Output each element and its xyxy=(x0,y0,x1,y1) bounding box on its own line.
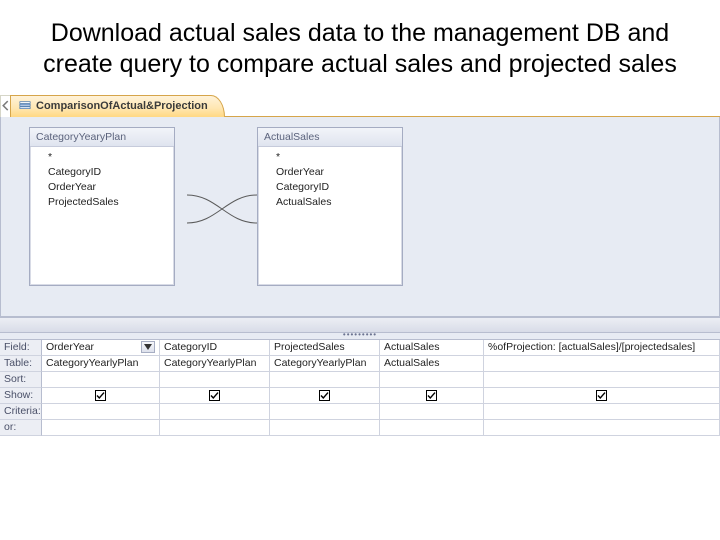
table-cell[interactable]: ActualSales xyxy=(380,356,484,372)
row-label-show: Show: xyxy=(0,388,42,404)
sort-cell[interactable] xyxy=(270,372,380,388)
pane-splitter[interactable] xyxy=(0,333,720,340)
row-label-criteria: Criteria: xyxy=(0,404,42,420)
table-cell[interactable]: CategoryYearlyPlan xyxy=(160,356,270,372)
join-line[interactable] xyxy=(187,191,257,227)
field-cell[interactable]: ProjectedSales xyxy=(270,340,380,356)
field-cell[interactable]: OrderYear xyxy=(42,340,160,356)
criteria-cell[interactable] xyxy=(160,404,270,420)
checkbox-checked-icon[interactable] xyxy=(209,390,220,401)
checkbox-checked-icon[interactable] xyxy=(596,390,607,401)
query-icon xyxy=(19,100,31,112)
sort-cell[interactable] xyxy=(160,372,270,388)
field-item[interactable]: CategoryID xyxy=(34,165,170,180)
sort-cell[interactable] xyxy=(380,372,484,388)
field-item[interactable]: OrderYear xyxy=(34,180,170,195)
checkbox-checked-icon[interactable] xyxy=(426,390,437,401)
table-cell[interactable] xyxy=(484,356,720,372)
or-cell[interactable] xyxy=(42,420,160,436)
or-cell[interactable] xyxy=(160,420,270,436)
show-cell[interactable] xyxy=(42,388,160,404)
query-tab-label: ComparisonOfActual&Projection xyxy=(36,100,208,112)
field-cell[interactable]: CategoryID xyxy=(160,340,270,356)
checkbox-checked-icon[interactable] xyxy=(95,390,106,401)
row-label-sort: Sort: xyxy=(0,372,42,388)
field-item[interactable]: CategoryID xyxy=(262,180,398,195)
table-fields-right: * OrderYear CategoryID ActualSales xyxy=(258,147,402,234)
field-item[interactable]: OrderYear xyxy=(262,165,398,180)
row-label-table: Table: xyxy=(0,356,42,372)
table-cell[interactable]: CategoryYearlyPlan xyxy=(270,356,380,372)
table-title: ActualSales xyxy=(258,128,402,147)
show-cell[interactable] xyxy=(484,388,720,404)
criteria-cell[interactable] xyxy=(380,404,484,420)
field-item[interactable]: ActualSales xyxy=(262,195,398,210)
show-cell[interactable] xyxy=(160,388,270,404)
table-cell[interactable]: CategoryYearlyPlan xyxy=(42,356,160,372)
table-actualsales[interactable]: ActualSales * OrderYear CategoryID Actua… xyxy=(257,127,403,286)
tab-scroll-left[interactable] xyxy=(0,95,10,117)
diagram-area[interactable]: CategoryYearyPlan * CategoryID OrderYear… xyxy=(0,117,720,317)
criteria-cell[interactable] xyxy=(42,404,160,420)
sort-cell[interactable] xyxy=(484,372,720,388)
checkbox-checked-icon[interactable] xyxy=(319,390,330,401)
table-categoryyearlyplan[interactable]: CategoryYearyPlan * CategoryID OrderYear… xyxy=(29,127,175,286)
table-fields-left: * CategoryID OrderYear ProjectedSales xyxy=(30,147,174,234)
row-label-or: or: xyxy=(0,420,42,436)
dropdown-icon[interactable] xyxy=(141,341,155,353)
or-cell[interactable] xyxy=(484,420,720,436)
tab-strip: ComparisonOfActual&Projection xyxy=(0,95,720,117)
show-cell[interactable] xyxy=(270,388,380,404)
show-cell[interactable] xyxy=(380,388,484,404)
or-cell[interactable] xyxy=(380,420,484,436)
field-item[interactable]: ProjectedSales xyxy=(34,195,170,210)
criteria-cell[interactable] xyxy=(270,404,380,420)
field-cell[interactable]: %ofProjection: [actualSales]/[projecteds… xyxy=(484,340,720,356)
or-cell[interactable] xyxy=(270,420,380,436)
field-item[interactable]: * xyxy=(34,150,170,165)
page-title: Download actual sales data to the manage… xyxy=(0,0,720,95)
sort-cell[interactable] xyxy=(42,372,160,388)
field-item[interactable]: * xyxy=(262,150,398,165)
row-label-field: Field: xyxy=(0,340,42,356)
query-designer: ComparisonOfActual&Projection CategoryYe… xyxy=(0,95,720,436)
qbe-grid: Field: OrderYear CategoryID ProjectedSal… xyxy=(0,340,720,436)
criteria-cell[interactable] xyxy=(484,404,720,420)
chevron-left-icon xyxy=(1,100,10,111)
query-tab[interactable]: ComparisonOfActual&Projection xyxy=(10,95,225,117)
field-cell[interactable]: ActualSales xyxy=(380,340,484,356)
table-title: CategoryYearyPlan xyxy=(30,128,174,147)
